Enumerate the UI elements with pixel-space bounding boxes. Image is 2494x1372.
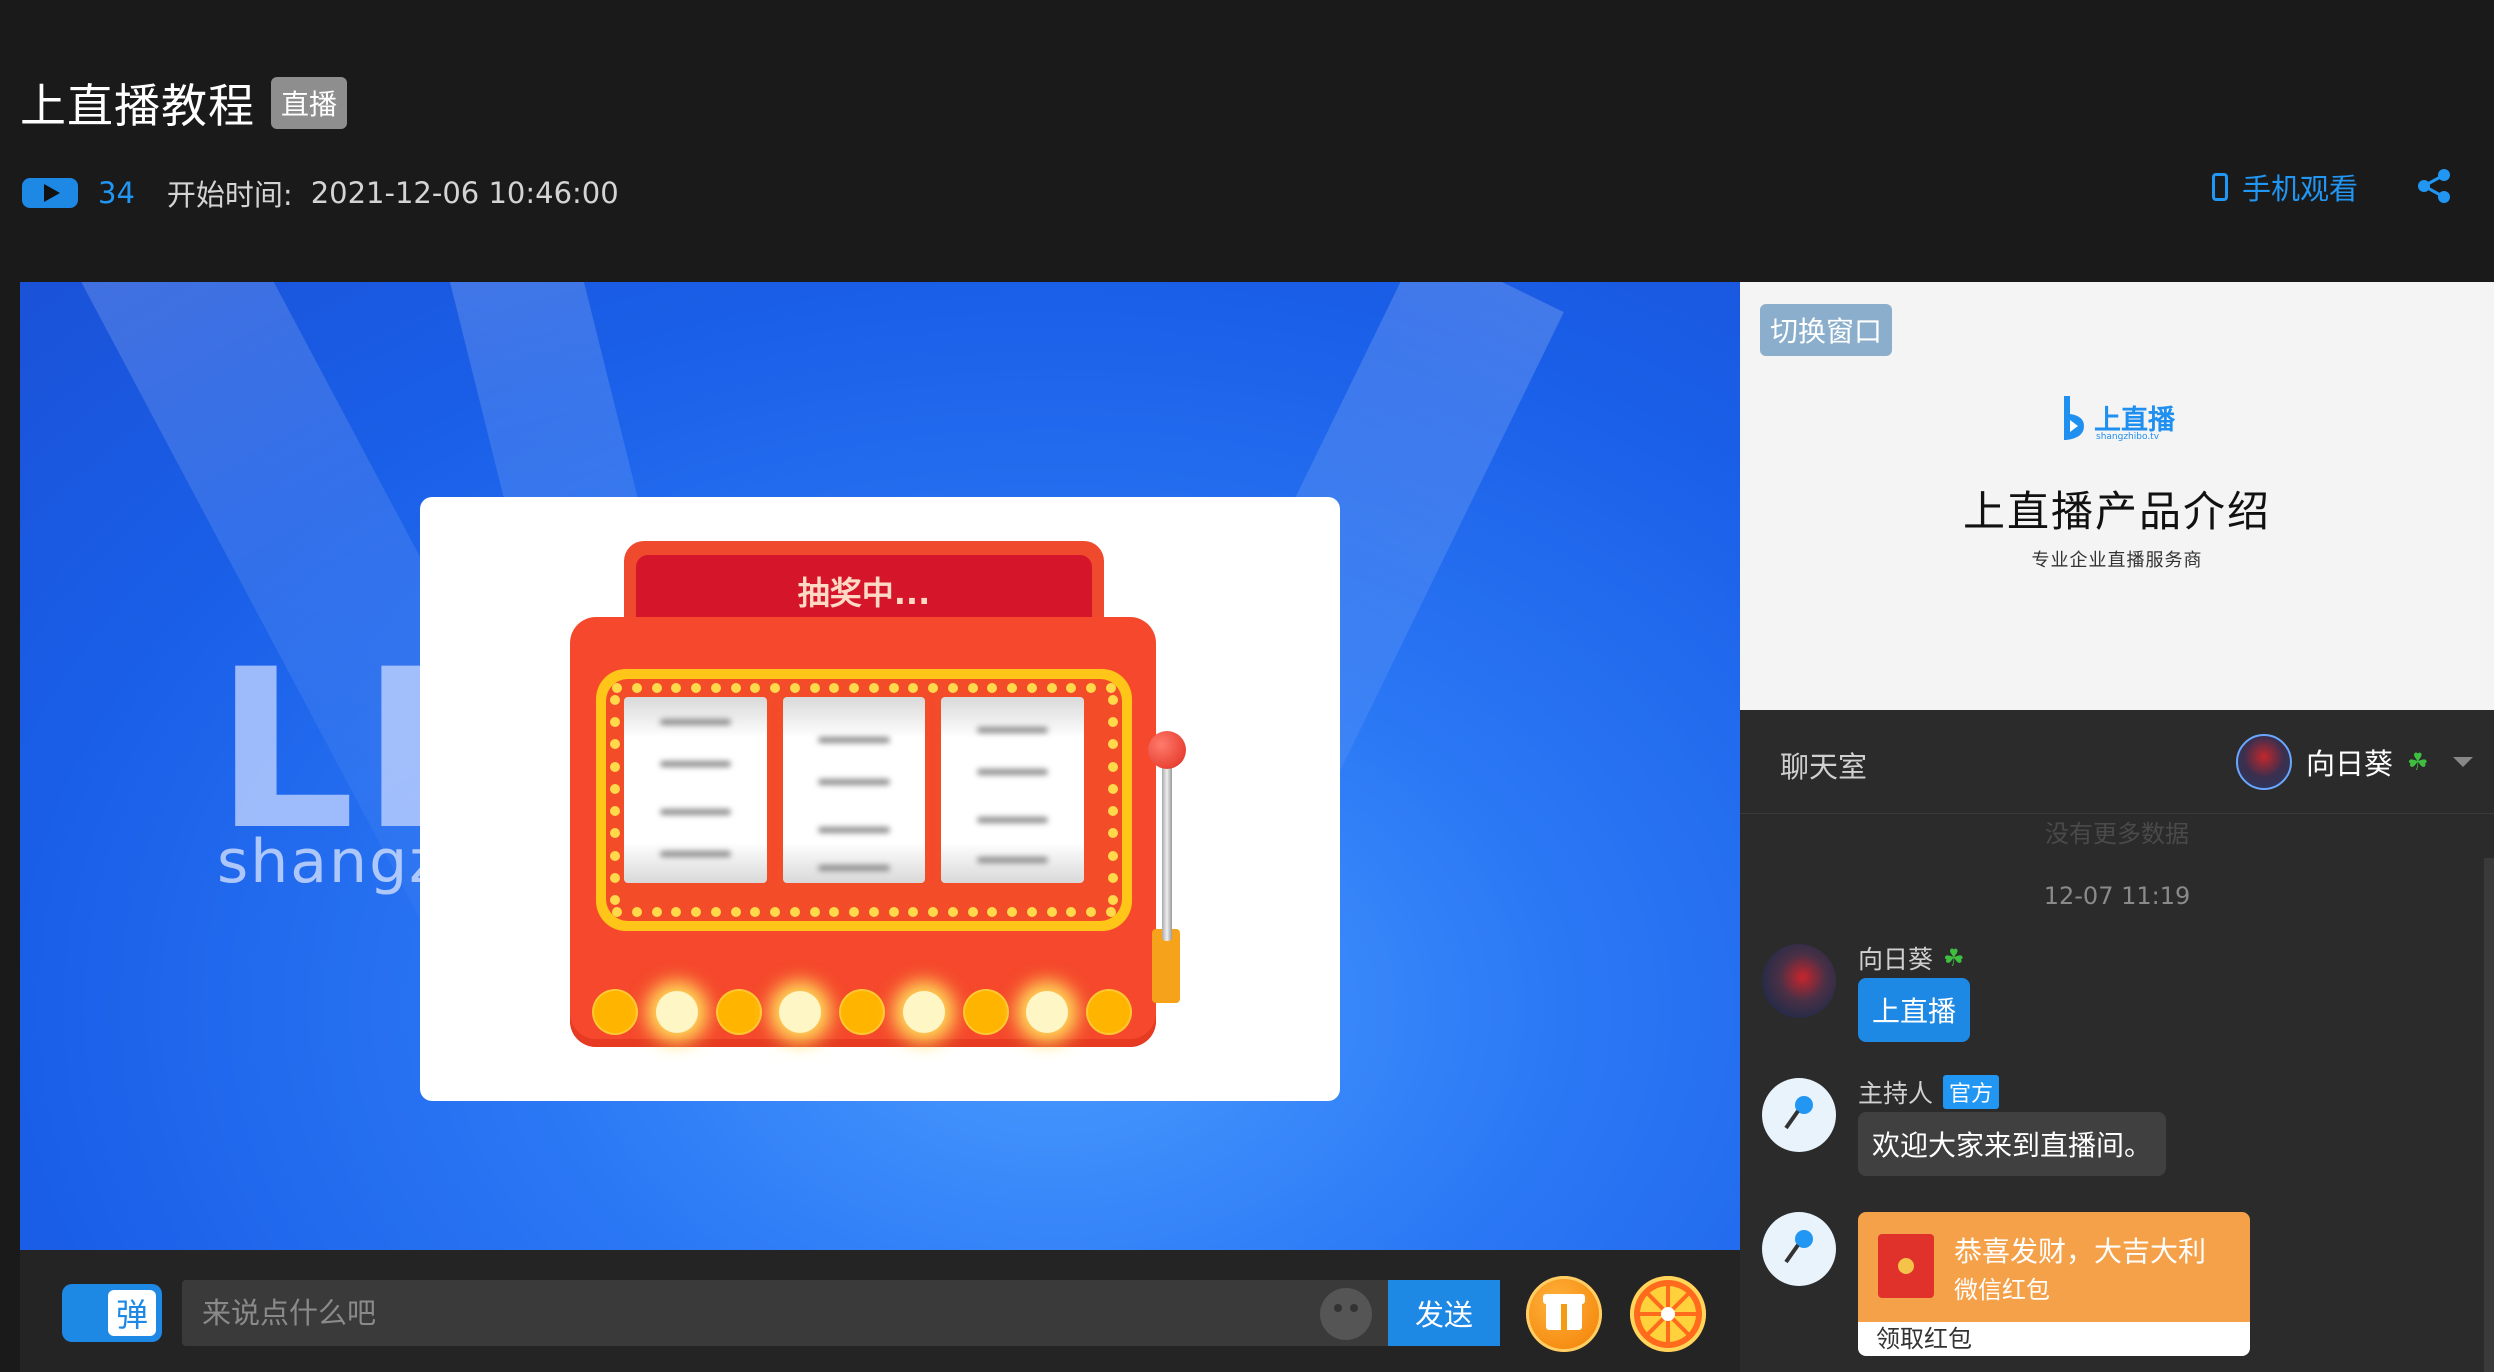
title-row: 上直播教程 直播 [20,70,348,136]
viewer-count: 34 [98,176,135,210]
red-packet-type: 微信红包 [1954,1276,2050,1304]
page-title: 上直播教程 [20,79,255,133]
slide-logo: 上直播 shangzhibo.tv [2058,392,2175,442]
current-user-name: 向日葵 [2306,747,2394,781]
start-time-value: 2021-12-06 10:46:00 [310,176,619,210]
video-player[interactable]: LIV shangz 抽奖中... [20,282,1740,1250]
mobile-watch-button[interactable]: 手机观看 [2212,166,2358,208]
chat-panel: 聊天室 向日葵 ☘ 没有更多数据 12-07 11:19 向日葵 ☘ 上直播 主持… [1740,710,2494,1372]
slot-reel [782,697,926,883]
lever-knob[interactable] [1148,731,1186,769]
red-packet-icon [1878,1234,1934,1298]
slide-title: 上直播产品介绍 [1962,487,2271,536]
meta-row: 34 开始时间: 2021-12-06 10:46:00 [22,172,619,214]
red-packet-card[interactable]: 恭喜发财，大吉大利 微信红包 领取红包 [1858,1212,2250,1356]
red-packet-header: 恭喜发财，大吉大利 微信红包 [1858,1212,2250,1322]
emoji-icon[interactable] [1320,1288,1372,1340]
bulb-row [612,683,1116,693]
logo-icon [2064,396,2084,440]
danmu-label: 弹 [108,1290,156,1336]
slide-logo-sub: shangzhibo.tv [2096,432,2160,442]
background-domain-text: shangz [217,827,443,897]
live-badge: 直播 [271,77,348,129]
official-badge: 官方 [1943,1075,2000,1109]
scrollbar[interactable] [2484,858,2494,1372]
message-bubble: 欢迎大家来到直播间。 [1858,1112,2167,1176]
bulb-row [612,907,1116,917]
slot-lights [594,987,1130,1037]
slot-frame [596,669,1132,931]
slot-body [570,617,1156,1047]
avatar[interactable] [1762,1078,1836,1152]
lucky-wheel-icon[interactable] [1630,1276,1706,1352]
avatar[interactable] [1762,1212,1836,1286]
message-author: 向日葵 ☘ [1858,944,1965,974]
user-switch[interactable]: 向日葵 ☘ [2236,734,2473,790]
lever-pole [1162,751,1172,941]
slide-panel: 切换窗口 上直播 shangzhibo.tv 上直播产品介绍 专业企业直播服务商 [1740,282,2494,710]
wheel-graphic [1640,1286,1696,1342]
chevron-down-icon[interactable] [2452,757,2473,767]
phone-icon [2212,173,2228,201]
clover-icon: ☘ [1943,944,1965,972]
share-icon[interactable] [2416,168,2452,204]
start-time-label: 开始时间: [166,178,293,212]
avatar[interactable] [1762,944,1836,1018]
chat-input[interactable] [182,1280,1392,1346]
microphone-icon [1784,1230,1813,1264]
microphone-icon [1784,1096,1813,1130]
message-author: 主持人 官方 [1858,1074,2000,1110]
send-button[interactable]: 发送 [1388,1280,1500,1346]
gift-box [1546,1300,1582,1330]
red-packet-title: 恭喜发财，大吉大利 [1954,1235,2207,1268]
avatar [2236,734,2292,790]
bulb-column [610,695,620,905]
chat-header: 聊天室 向日葵 ☘ [1740,710,2494,814]
lottery-modal: 抽奖中... [420,497,1340,1101]
gift-lid [1543,1294,1585,1304]
input-bar: 弹 发送 [20,1250,1740,1372]
slot-reels [624,697,1085,883]
slot-machine: 抽奖中... [570,541,1190,1061]
switch-window-button[interactable]: 切换窗口 [1760,304,1893,356]
message-bubble: 上直播 [1858,978,1971,1042]
no-more-data: 没有更多数据 [2045,820,2189,848]
clover-icon: ☘ [2407,748,2429,776]
mobile-watch-label: 手机观看 [2242,172,2359,206]
slide-subtitle: 专业企业直播服务商 [2031,550,2203,571]
claim-red-packet-button[interactable]: 领取红包 [1858,1322,2250,1356]
danmu-toggle[interactable]: 弹 [62,1284,162,1342]
bulb-column [1108,695,1118,905]
chat-room-title: 聊天室 [1780,750,1868,784]
chat-time: 12-07 11:19 [2043,882,2191,910]
slot-reel [624,697,767,883]
play-icon [22,178,78,208]
slot-reel [941,697,1085,883]
slide-logo-text: 上直播 [2094,404,2175,436]
gift-icon[interactable] [1526,1276,1602,1352]
